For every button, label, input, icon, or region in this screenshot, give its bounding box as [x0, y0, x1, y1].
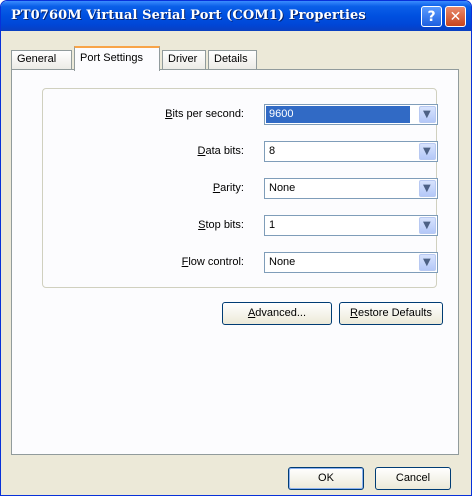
flow-control-select[interactable]: None ▼	[264, 252, 438, 273]
parity-dropdown-button[interactable]: ▼	[419, 180, 436, 197]
chevron-down-icon: ▼	[423, 257, 431, 268]
flow-control-value: None	[269, 256, 296, 268]
parity-select[interactable]: None ▼	[264, 178, 438, 199]
port-settings-panel: Bits per second: 9600 ▼ Data bits: 8 ▼ P…	[11, 69, 459, 455]
properties-dialog: PT0760M Virtual Serial Port (COM1) Prope…	[0, 0, 472, 496]
bits-per-second-label-text: its per second:	[172, 108, 244, 120]
stop-bits-select[interactable]: 1 ▼	[264, 215, 438, 236]
stop-bits-dropdown-button[interactable]: ▼	[419, 217, 436, 234]
flow-control-label: Flow control:	[182, 256, 244, 268]
restore-defaults-button[interactable]: Restore Defaults	[339, 302, 443, 325]
chevron-down-icon: ▼	[423, 109, 431, 120]
advanced-button[interactable]: Advanced...	[222, 302, 332, 325]
chevron-down-icon: ▼	[423, 183, 431, 194]
data-bits-label-text: ata bits:	[205, 145, 244, 157]
bits-per-second-value: 9600	[266, 106, 410, 123]
flow-control-dropdown-button[interactable]: ▼	[419, 254, 436, 271]
bits-per-second-label: Bits per second:	[165, 108, 244, 120]
stop-bits-label-text: top bits:	[205, 219, 244, 231]
bits-per-second-select[interactable]: 9600 ▼	[264, 104, 438, 125]
tab-driver[interactable]: Driver	[162, 50, 206, 69]
stop-bits-value: 1	[269, 219, 276, 231]
stop-bits-label: Stop bits:	[198, 219, 244, 231]
restore-defaults-mnemonic: R	[350, 307, 358, 319]
data-bits-value: 8	[269, 145, 276, 157]
flow-control-label-text: low control:	[188, 256, 244, 268]
tab-details[interactable]: Details	[208, 50, 257, 69]
data-bits-label: Data bits:	[198, 145, 244, 157]
restore-defaults-label: estore Defaults	[357, 307, 432, 319]
title-bar[interactable]: PT0760M Virtual Serial Port (COM1) Prope…	[1, 1, 471, 31]
parity-value: None	[269, 182, 296, 194]
parity-label-text: arity:	[220, 182, 244, 194]
ok-button[interactable]: OK	[288, 467, 364, 490]
close-button[interactable]: ✕	[445, 6, 466, 27]
chevron-down-icon: ▼	[423, 220, 431, 231]
advanced-label: dvanced...	[255, 307, 307, 319]
window-title: PT0760M Virtual Serial Port (COM1) Prope…	[11, 8, 366, 23]
cancel-button[interactable]: Cancel	[375, 467, 451, 490]
data-bits-select[interactable]: 8 ▼	[264, 141, 438, 162]
bits-per-second-dropdown-button[interactable]: ▼	[419, 106, 436, 123]
tab-port-settings[interactable]: Port Settings	[74, 46, 160, 71]
help-button[interactable]: ?	[421, 6, 442, 27]
data-bits-dropdown-button[interactable]: ▼	[419, 143, 436, 160]
tab-general[interactable]: General	[11, 50, 72, 69]
parity-label: Parity:	[213, 182, 244, 194]
chevron-down-icon: ▼	[423, 146, 431, 157]
